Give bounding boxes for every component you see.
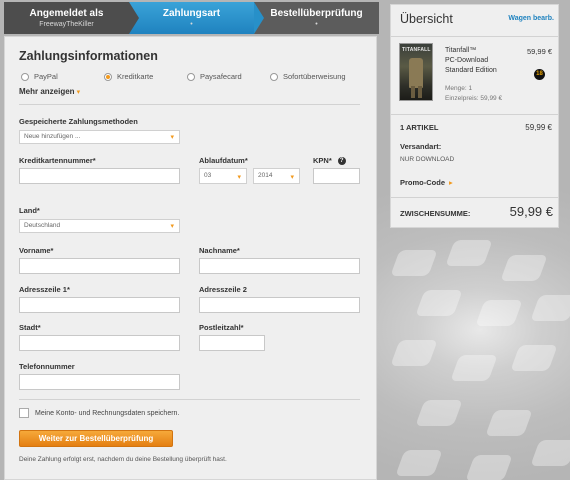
divider xyxy=(391,36,558,37)
city-label: Stadt* xyxy=(19,323,41,332)
phone-label: Telefonnummer xyxy=(19,362,75,371)
first-name-label: Vorname* xyxy=(19,246,54,255)
payment-option-label: Sofortüberweisung xyxy=(283,72,346,81)
saved-methods-select[interactable]: Neue hinzufügen ... ▾ xyxy=(19,130,180,144)
product-name[interactable]: Titanfall™ xyxy=(445,47,476,54)
address2-label: Adresszeile 2 xyxy=(199,285,247,294)
shipping-value: NUR DOWNLOAD xyxy=(400,156,455,163)
save-data-checkbox[interactable] xyxy=(19,408,29,418)
address1-label: Adresszeile 1* xyxy=(19,285,70,294)
step-subtitle: • xyxy=(190,21,193,28)
show-more-link[interactable]: Mehr anzeigen ▾ xyxy=(19,87,80,96)
cvc-input[interactable] xyxy=(313,168,360,184)
payment-option-label: Kreditkarte xyxy=(117,72,154,81)
saved-methods-label: Gespeicherte Zahlungsmethoden xyxy=(19,117,138,126)
first-name-input[interactable] xyxy=(19,258,180,274)
zip-input[interactable] xyxy=(199,335,265,351)
divider xyxy=(391,197,558,198)
last-name-label: Nachname* xyxy=(199,246,240,255)
step-signed-in[interactable]: Angemeldet als FreewayTheKiller xyxy=(4,2,139,34)
shipping-label: Versandart: xyxy=(400,142,442,151)
cvc-label: KPN*? xyxy=(313,156,346,166)
step-arrow xyxy=(254,2,264,34)
radio-button[interactable] xyxy=(270,72,278,81)
promo-code-label: Promo-Code xyxy=(400,178,445,187)
chevron-down-icon: ▾ xyxy=(170,134,174,141)
product-edition: Standard Edition xyxy=(445,67,497,74)
page-title: Zahlungsinformationen xyxy=(19,49,158,63)
radio-button[interactable] xyxy=(187,72,195,81)
address1-input[interactable] xyxy=(19,297,180,313)
saved-methods-value: Neue hinzufügen ... xyxy=(24,133,81,140)
cover-art xyxy=(411,86,415,98)
show-more-label: Mehr anzeigen xyxy=(19,87,75,96)
country-select[interactable]: Deutschland ▾ xyxy=(19,219,180,233)
product-cover-image[interactable]: TITANFALL xyxy=(399,43,433,101)
radio-button[interactable] xyxy=(21,72,29,81)
payment-option-label: PayPal xyxy=(34,72,58,81)
product-quantity: Menge: 1 xyxy=(445,85,473,92)
chevron-right-icon: ▸ xyxy=(449,178,453,187)
items-count: 1 ARTIKEL xyxy=(400,123,439,132)
step-subtitle: • xyxy=(315,21,318,28)
card-number-input[interactable] xyxy=(19,168,180,184)
expiry-label: Ablaufdatum* xyxy=(199,156,248,165)
subtotal-label: ZWISCHENSUMME: xyxy=(400,209,471,218)
payment-option-creditcard[interactable]: Kreditkarte xyxy=(104,72,153,81)
address2-input[interactable] xyxy=(199,297,360,313)
cover-title: TITANFALL xyxy=(402,47,431,53)
edit-cart-link[interactable]: Wagen bearb. xyxy=(508,15,554,22)
expiry-year-value: 2014 xyxy=(258,172,273,179)
cover-art xyxy=(409,58,423,88)
subtotal-value: 59,99 € xyxy=(509,204,553,219)
continue-to-review-button[interactable]: Weiter zur Bestellüberprüfung xyxy=(19,430,173,447)
chevron-down-icon: ▾ xyxy=(237,174,241,181)
step-title: Zahlungsart xyxy=(162,8,221,19)
payment-option-sofort[interactable]: Sofortüberweisung xyxy=(270,72,346,81)
help-icon[interactable]: ? xyxy=(337,157,346,166)
payment-note: Deine Zahlung erfolgt erst, nachdem du d… xyxy=(19,456,227,463)
age-rating-icon: 18 xyxy=(534,69,545,80)
country-label: Land* xyxy=(19,206,40,215)
order-overview: Übersicht Wagen bearb. TITANFALL Titanfa… xyxy=(390,4,559,228)
chevron-down-icon: ▾ xyxy=(170,223,174,230)
payment-panel: Zahlungsinformationen PayPal Kreditkarte… xyxy=(4,36,377,480)
payment-option-label: Paysafecard xyxy=(200,72,242,81)
divider xyxy=(19,399,360,400)
divider xyxy=(19,104,360,105)
zip-label: Postleitzahl* xyxy=(199,323,244,332)
city-input[interactable] xyxy=(19,335,180,351)
phone-input[interactable] xyxy=(19,374,180,390)
step-review: Bestellüberprüfung • xyxy=(254,2,379,34)
expiry-year-select[interactable]: 2014 ▾ xyxy=(253,168,300,184)
step-title: Angemeldet als xyxy=(29,8,104,19)
step-arrow xyxy=(129,2,139,34)
expiry-month-select[interactable]: 03 ▾ xyxy=(199,168,247,184)
payment-option-paypal[interactable]: PayPal xyxy=(21,72,58,81)
divider xyxy=(391,114,558,115)
chevron-down-icon: ▾ xyxy=(76,89,81,96)
radio-button-selected[interactable] xyxy=(104,72,112,81)
items-total: 59,99 € xyxy=(525,123,552,132)
card-number-label: Kreditkartennummer* xyxy=(19,156,96,165)
product-price: 59,99 € xyxy=(526,47,552,56)
step-subtitle: FreewayTheKiller xyxy=(39,21,94,28)
checkout-progress: Angemeldet als FreewayTheKiller Zahlungs… xyxy=(4,2,379,34)
chevron-down-icon: ▾ xyxy=(290,174,294,181)
product-platform: PC-Download xyxy=(445,57,489,64)
last-name-input[interactable] xyxy=(199,258,360,274)
country-value: Deutschland xyxy=(24,222,61,229)
product-unit-price: Einzelpreis: 59,99 € xyxy=(445,95,503,102)
promo-code-link[interactable]: Promo-Code ▸ xyxy=(400,178,453,187)
payment-option-paysafecard[interactable]: Paysafecard xyxy=(187,72,242,81)
overview-title: Übersicht xyxy=(400,12,453,26)
step-payment: Zahlungsart • xyxy=(129,2,264,34)
save-data-label: Meine Konto- und Rechnungsdaten speicher… xyxy=(35,410,180,417)
expiry-month-value: 03 xyxy=(204,172,212,179)
step-title: Bestellüberprüfung xyxy=(270,8,363,19)
cvc-label-text: KPN* xyxy=(313,156,332,165)
cover-art xyxy=(418,86,422,98)
